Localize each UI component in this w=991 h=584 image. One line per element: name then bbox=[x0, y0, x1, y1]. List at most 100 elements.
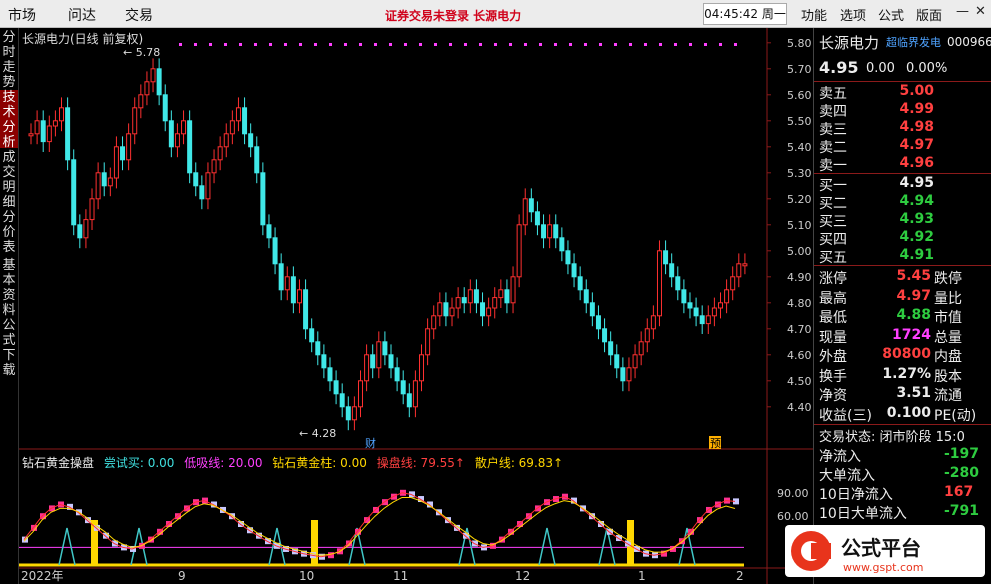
ask-3-label: 卖三 bbox=[819, 122, 847, 138]
trade-login-notice[interactable]: 证券交易未登录 长源电力 bbox=[385, 7, 521, 24]
candle-body bbox=[187, 120, 193, 174]
price-axis-label: 4.40 bbox=[787, 401, 812, 414]
flow-0-label: 净流入 bbox=[819, 449, 861, 465]
candle-body bbox=[181, 120, 187, 135]
candle-body bbox=[71, 159, 77, 226]
low-price-label: ← 4.28 bbox=[299, 427, 336, 440]
stat-0-value: 5.45 bbox=[896, 268, 931, 284]
candle-body bbox=[77, 224, 83, 239]
candle-body bbox=[699, 315, 705, 325]
date-axis-label: 12 bbox=[515, 569, 530, 583]
candle-body bbox=[663, 250, 669, 265]
candle-body bbox=[516, 224, 522, 278]
quote-panel: 长源电力 超临界发电 000966 4.95 0.00 0.00% 卖五 5.00… bbox=[813, 28, 991, 584]
date-axis-label: 11 bbox=[393, 569, 408, 583]
stat-5-value: 1.27% bbox=[882, 365, 931, 382]
tab-fundamentals[interactable]: 基本资料 bbox=[0, 258, 18, 318]
candle-body bbox=[83, 219, 89, 239]
candle-body bbox=[492, 297, 498, 309]
candle-body bbox=[242, 107, 248, 135]
trade-status: 交易状态: 闭市阶段 15:0 bbox=[819, 430, 965, 445]
indicator-axis-label: 60.00 bbox=[777, 510, 809, 523]
menu-function[interactable]: 功能 bbox=[801, 5, 827, 24]
flow-2-label: 10日净流入 bbox=[819, 487, 893, 503]
price-axis-label: 5.00 bbox=[787, 245, 812, 258]
tab-formula-download[interactable]: 公式下载 bbox=[0, 318, 18, 378]
candle-body bbox=[376, 341, 382, 369]
chart-title[interactable]: 长源电力(日线 前复权) bbox=[22, 30, 143, 47]
bid-3-value: 4.93 bbox=[899, 211, 934, 227]
candle-body bbox=[333, 380, 339, 395]
candle-body bbox=[65, 107, 71, 161]
signal-dot bbox=[434, 43, 437, 46]
menu-formula[interactable]: 公式 bbox=[878, 5, 904, 24]
menu-options[interactable]: 选项 bbox=[840, 5, 866, 24]
candle-body bbox=[303, 289, 309, 330]
ask-2-value: 4.97 bbox=[899, 137, 934, 153]
minimize-icon[interactable]: — bbox=[956, 4, 969, 19]
candle-body bbox=[522, 198, 528, 226]
stock-code: 000966 bbox=[947, 35, 991, 49]
signal-dot bbox=[179, 43, 182, 46]
candle-body bbox=[309, 328, 315, 343]
candle-body bbox=[199, 185, 205, 200]
signal-dot bbox=[254, 43, 257, 46]
candle-body bbox=[52, 120, 58, 127]
date-axis-label: 2 bbox=[736, 569, 744, 583]
stat-5-label: 换手 bbox=[819, 368, 847, 385]
stat-1-label: 最高 bbox=[819, 290, 847, 307]
indicator-field-gold: 钻石黄金柱: 0.00 bbox=[272, 456, 367, 470]
indicator-field-buy: 尝试买: 0.00 bbox=[103, 456, 175, 470]
gold-bar bbox=[311, 520, 318, 565]
candle-body bbox=[40, 120, 46, 143]
indicator-axis-label: 90.00 bbox=[777, 487, 809, 500]
menu-wenda[interactable]: 问达 bbox=[68, 5, 96, 25]
tab-transactions[interactable]: 成交明细 bbox=[0, 150, 18, 210]
candle-body bbox=[217, 146, 223, 161]
tab-price-table[interactable]: 分价表 bbox=[0, 210, 18, 255]
stat-1-value: 4.97 bbox=[896, 287, 931, 304]
tab-technical[interactable]: 技术分析 bbox=[0, 90, 18, 150]
candle-body bbox=[144, 81, 150, 96]
candle-body bbox=[541, 224, 547, 239]
signal-dot bbox=[689, 43, 692, 46]
candle-body bbox=[693, 307, 699, 317]
signal-dot bbox=[584, 43, 587, 46]
signal-dot bbox=[704, 43, 707, 46]
candle-body bbox=[235, 107, 241, 122]
ask-3-value: 4.98 bbox=[899, 119, 934, 135]
date-axis-label: 9 bbox=[178, 569, 186, 583]
menu-layout[interactable]: 版面 bbox=[916, 5, 942, 24]
concept-tag[interactable]: 超临界发电 bbox=[886, 34, 941, 50]
candle-body bbox=[742, 263, 748, 267]
candle-body bbox=[345, 406, 351, 421]
candle-body bbox=[89, 198, 95, 221]
candle-body bbox=[412, 380, 418, 408]
kline-chart[interactable]: 90.00 60.00 5.80 5.70 5.60 5.50 5.40 5.30 5.20 5… bbox=[19, 28, 813, 584]
price-axis-label: 4.80 bbox=[787, 297, 812, 310]
ask-4-label: 卖四 bbox=[819, 104, 847, 120]
stat-7-label: 收益(三) bbox=[819, 407, 872, 424]
ask-5-value: 5.00 bbox=[899, 83, 934, 99]
candle-body bbox=[272, 237, 278, 265]
stat-3-label2: 总量 bbox=[934, 329, 962, 346]
stat-4-label: 外盘 bbox=[819, 349, 847, 365]
close-icon[interactable]: ✕ bbox=[975, 4, 986, 19]
candle-body bbox=[730, 276, 736, 291]
candle-body bbox=[205, 172, 211, 200]
forecast-marker: 预 bbox=[710, 437, 721, 450]
candle-body bbox=[419, 354, 425, 382]
candle-body bbox=[156, 68, 162, 96]
indicator-name[interactable]: 钻石黄金操盘 bbox=[22, 456, 94, 470]
signal-dot bbox=[659, 43, 662, 46]
menu-trade[interactable]: 交易 bbox=[125, 5, 153, 25]
date-axis-label: 1 bbox=[638, 569, 646, 583]
bid-4-label: 买四 bbox=[819, 232, 847, 248]
price-axis-label: 5.80 bbox=[787, 37, 812, 50]
candle-body bbox=[229, 120, 235, 135]
signal-dot bbox=[209, 43, 212, 46]
bid-5-label: 买五 bbox=[819, 250, 847, 266]
tab-intraday[interactable]: 分时走势 bbox=[0, 30, 18, 90]
price-axis-label: 5.50 bbox=[787, 115, 812, 128]
menu-market[interactable]: 市场 bbox=[8, 5, 36, 25]
